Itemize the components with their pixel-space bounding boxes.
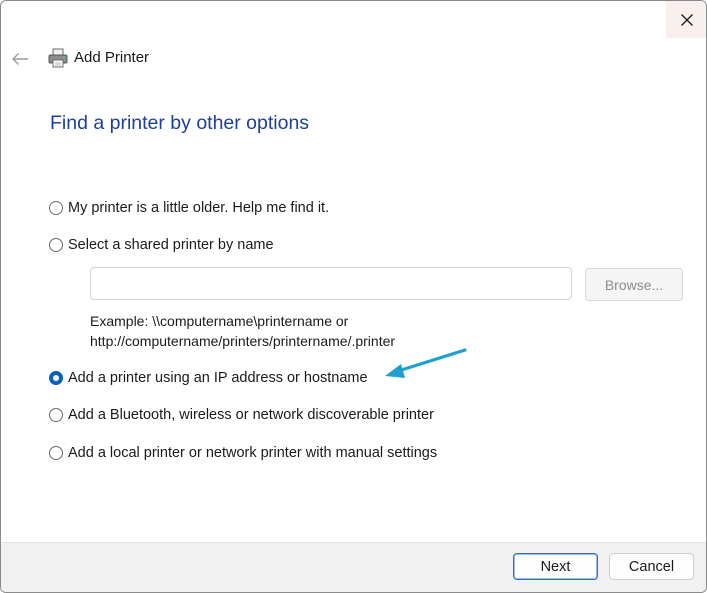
printer-icon xyxy=(48,48,68,68)
page-heading: Find a printer by other options xyxy=(50,112,310,134)
radio-older-printer[interactable] xyxy=(49,201,63,215)
option-local-manual[interactable]: Add a local printer or network printer w… xyxy=(49,445,437,461)
next-button[interactable]: Next xyxy=(513,553,598,580)
close-icon xyxy=(680,13,693,26)
radio-local-manual[interactable] xyxy=(49,446,63,460)
option-label: Add a Bluetooth, wireless or network dis… xyxy=(68,407,434,423)
shared-printer-name-input[interactable] xyxy=(90,267,572,300)
radio-bluetooth-wireless[interactable] xyxy=(49,408,63,422)
radio-shared-printer[interactable] xyxy=(49,238,63,252)
example-line-1: Example: \\computername\printername or xyxy=(90,313,349,329)
footer-bar xyxy=(1,542,706,592)
add-printer-window: Add Printer Find a printer by other opti… xyxy=(0,0,707,593)
option-shared-printer[interactable]: Select a shared printer by name xyxy=(49,237,274,253)
radio-ip-address[interactable] xyxy=(49,371,63,385)
annotation-arrow xyxy=(385,348,467,378)
cancel-button[interactable]: Cancel xyxy=(609,553,694,580)
option-older-printer[interactable]: My printer is a little older. Help me fi… xyxy=(49,200,329,216)
option-label: Add a printer using an IP address or hos… xyxy=(68,370,368,386)
option-label: Select a shared printer by name xyxy=(68,237,274,253)
back-arrow-icon xyxy=(12,53,28,65)
option-ip-address[interactable]: Add a printer using an IP address or hos… xyxy=(49,370,368,386)
browse-button[interactable]: Browse... xyxy=(585,268,683,301)
option-label: Add a local printer or network printer w… xyxy=(68,445,438,461)
example-line-2: http://computername/printers/printername… xyxy=(90,333,396,349)
option-label: My printer is a little older. Help me fi… xyxy=(68,200,330,216)
back-button[interactable] xyxy=(9,48,31,70)
example-text: Example: \\computername\printername or h… xyxy=(90,311,395,351)
close-button[interactable] xyxy=(666,1,706,38)
option-bluetooth-wireless[interactable]: Add a Bluetooth, wireless or network dis… xyxy=(49,407,434,423)
window-title: Add Printer xyxy=(74,49,150,66)
